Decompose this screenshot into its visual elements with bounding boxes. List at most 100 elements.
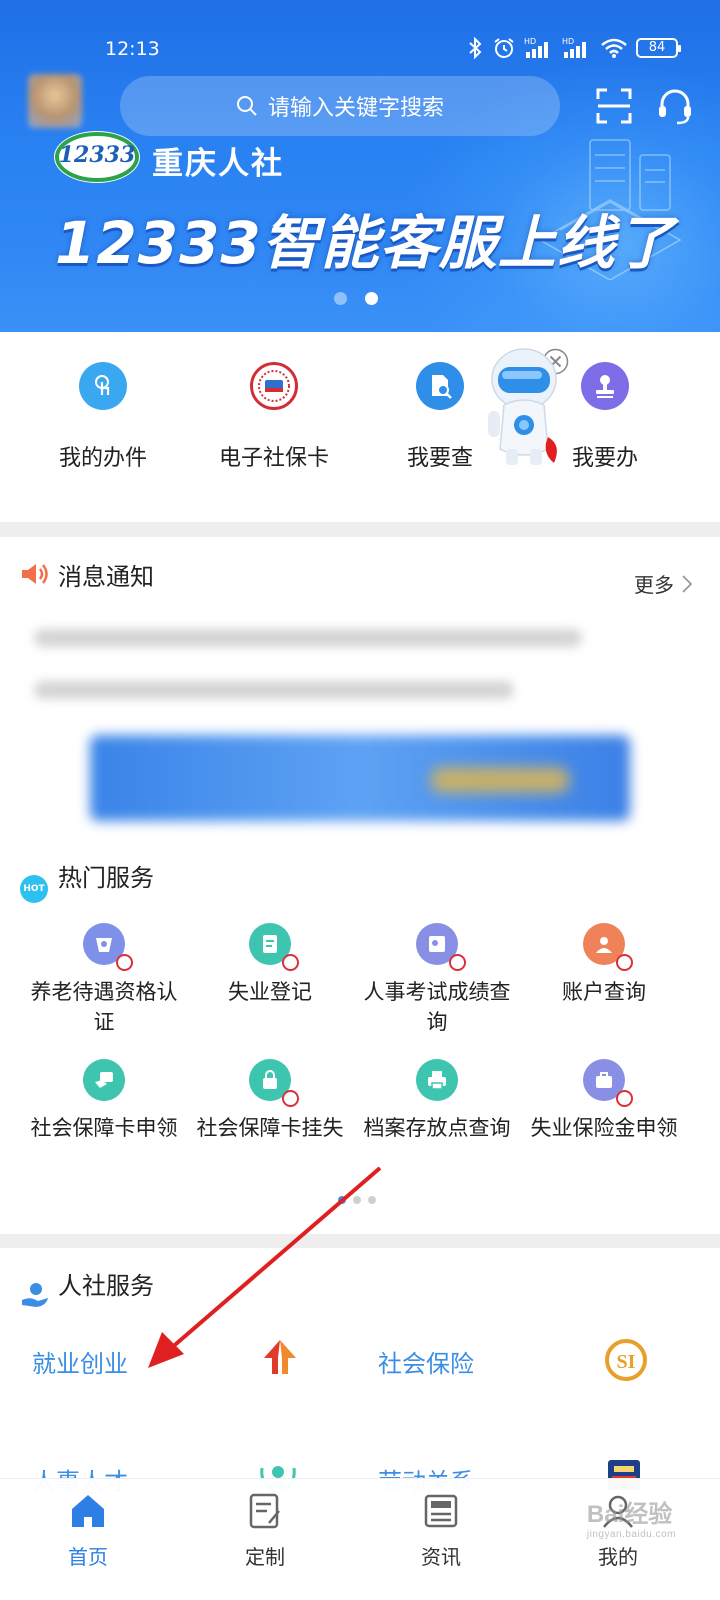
seal-badge-icon	[449, 954, 466, 971]
status-icons: HD HD 84	[466, 36, 681, 60]
social-security-card-seal-icon	[250, 362, 298, 410]
seal-badge-icon	[282, 954, 299, 971]
hr-service-employment[interactable]: 就业创业	[32, 1344, 128, 1379]
baidu-jingyan-watermark: Bai经验 jingyan.baidu.com	[587, 1494, 676, 1540]
signal-hd-icon-2: HD	[562, 37, 586, 58]
page-dot-1-active	[338, 1196, 346, 1204]
tab-custom[interactable]: 定制	[215, 1491, 315, 1570]
search-input[interactable]: 请输入关键字搜索	[120, 76, 560, 136]
hot-service-label: 社会保障卡挂失	[196, 1116, 344, 1140]
hot-service-item[interactable]: 人事考试成绩查询	[352, 923, 522, 1037]
pension-certification-icon	[83, 923, 133, 971]
tab-label: 我的	[598, 1545, 638, 1569]
hot-service-label: 账户查询	[562, 980, 646, 1004]
svg-text:HD: HD	[562, 37, 574, 46]
archive-printer-icon	[416, 1059, 458, 1101]
page-dot-3	[368, 1196, 376, 1204]
scan-icon[interactable]	[594, 86, 634, 126]
card-lock-icon	[249, 1059, 299, 1107]
hot-service-item[interactable]: 养老待遇资格认证	[19, 923, 189, 1037]
account-person-icon	[583, 923, 633, 971]
page-dot-2	[353, 1196, 361, 1204]
employment-logo-icon[interactable]	[258, 1336, 302, 1380]
banner-dot-1	[334, 292, 347, 305]
status-time: 12:13	[105, 38, 160, 60]
hot-service-item[interactable]: 账户查询	[519, 923, 689, 1007]
document-search-icon	[416, 362, 464, 410]
brand-12333-logo: 12333	[54, 131, 140, 183]
hr-service-hand-icon	[22, 1283, 48, 1307]
watermark-text: Bai经验	[586, 1501, 673, 1528]
customer-service-icon[interactable]	[655, 86, 695, 126]
seal-badge-icon	[282, 1090, 299, 1107]
brand-name: 重庆人社	[152, 146, 284, 182]
brand-logo-text: 12333	[59, 142, 136, 168]
banner-headline: 12333智能客服上线了	[55, 209, 675, 277]
banner-pagination	[334, 292, 378, 305]
notice-title: 消息通知	[58, 563, 154, 591]
touch-icon	[79, 362, 127, 410]
hot-services-title: 热门服务	[58, 864, 154, 892]
stamp-icon	[581, 362, 629, 410]
notice-more-link[interactable]: 更多	[634, 569, 692, 598]
hot-service-item[interactable]: 失业保险金申领	[519, 1059, 689, 1143]
search-icon	[236, 96, 257, 116]
tab-label: 定制	[245, 1545, 285, 1569]
home-icon	[72, 1495, 104, 1527]
tab-label: 首页	[68, 1545, 108, 1569]
quick-entry-e-social-card[interactable]: 电子社保卡	[189, 362, 359, 472]
hot-service-item[interactable]: 社会保障卡申领	[19, 1059, 189, 1143]
registration-form-icon	[249, 923, 299, 971]
news-icon	[424, 1494, 458, 1528]
hot-service-label: 养老待遇资格认证	[30, 980, 178, 1034]
seal-badge-icon	[616, 1090, 633, 1107]
wifi-icon	[601, 38, 627, 58]
robot-assistant-icon[interactable]	[486, 345, 566, 475]
promo-card-accent	[430, 767, 570, 793]
hot-service-label: 人事考试成绩查询	[363, 980, 511, 1034]
battery-indicator: 84	[636, 38, 681, 58]
social-insurance-logo-icon[interactable]: SI	[604, 1338, 648, 1382]
watermark-subtext: jingyan.baidu.com	[586, 1529, 676, 1540]
more-label: 更多	[634, 573, 674, 597]
chevron-right-icon	[682, 574, 692, 593]
svg-text:SI: SI	[617, 1351, 636, 1373]
quick-entry-my-cases[interactable]: 我的办件	[18, 362, 188, 472]
quick-entry-label: 我的办件	[58, 446, 147, 471]
insurance-bag-icon	[583, 1059, 633, 1107]
notice-item-blurred[interactable]	[34, 629, 582, 647]
tab-home[interactable]: 首页	[38, 1491, 138, 1570]
hr-services-title: 人社服务	[58, 1272, 154, 1300]
card-apply-icon	[83, 1059, 125, 1101]
tab-label: 资讯	[421, 1545, 461, 1569]
hot-service-label: 档案存放点查询	[363, 1116, 511, 1140]
signal-hd-icon: HD	[524, 37, 548, 58]
hot-badge-icon: HOT	[20, 875, 48, 903]
hot-service-item[interactable]: 社会保障卡挂失	[185, 1059, 355, 1143]
user-avatar[interactable]	[28, 74, 82, 128]
header-banner[interactable]: 12:13 HD HD 84 请输入关键字搜索 12333 重庆人社 12333…	[0, 0, 720, 332]
hr-service-social-insurance[interactable]: 社会保险	[378, 1344, 474, 1379]
bluetooth-icon	[469, 37, 482, 59]
alarm-icon	[494, 38, 514, 58]
banner-dot-2-active	[365, 292, 378, 305]
notice-section: 消息通知 更多	[0, 537, 720, 844]
seal-badge-icon	[116, 954, 133, 971]
hot-service-label: 社会保障卡申领	[30, 1116, 178, 1140]
notice-item-blurred[interactable]	[34, 681, 514, 699]
hot-services-pagination	[338, 1196, 376, 1204]
hot-service-item[interactable]: 失业登记	[185, 923, 355, 1007]
status-bar: 12:13 HD HD 84	[0, 30, 720, 70]
exam-score-icon	[416, 923, 466, 971]
seal-badge-icon	[616, 954, 633, 971]
custom-document-icon	[249, 1493, 280, 1529]
hot-service-item[interactable]: 档案存放点查询	[352, 1059, 522, 1143]
quick-entry-label: 电子社保卡	[218, 446, 329, 471]
speaker-icon	[22, 564, 48, 584]
quick-entry-grid: 我的办件 电子社保卡 我要查 我要办	[0, 332, 720, 522]
search-placeholder: 请输入关键字搜索	[267, 96, 444, 121]
hot-service-label: 失业登记	[228, 980, 312, 1004]
hot-services-section: HOT 热门服务 养老待遇资格认证 失业登记 人事考试成绩查询 账户查询 社会保…	[0, 844, 720, 1234]
tab-news[interactable]: 资讯	[391, 1491, 491, 1570]
svg-text:HD: HD	[524, 37, 536, 46]
